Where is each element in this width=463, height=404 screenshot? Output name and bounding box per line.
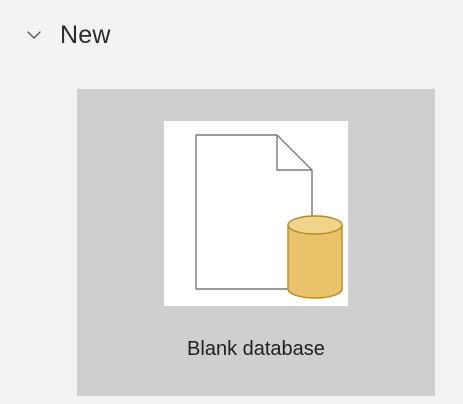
blank-database-template-tile[interactable]: Blank database [77,89,435,396]
template-label: Blank database [187,338,325,360]
blank-database-icon [195,134,343,299]
new-section-header[interactable]: New [26,18,111,52]
template-thumbnail [164,121,348,306]
chevron-down-icon[interactable] [26,27,42,43]
new-templates-panel: New Blank database [0,0,463,404]
section-title: New [60,20,111,49]
